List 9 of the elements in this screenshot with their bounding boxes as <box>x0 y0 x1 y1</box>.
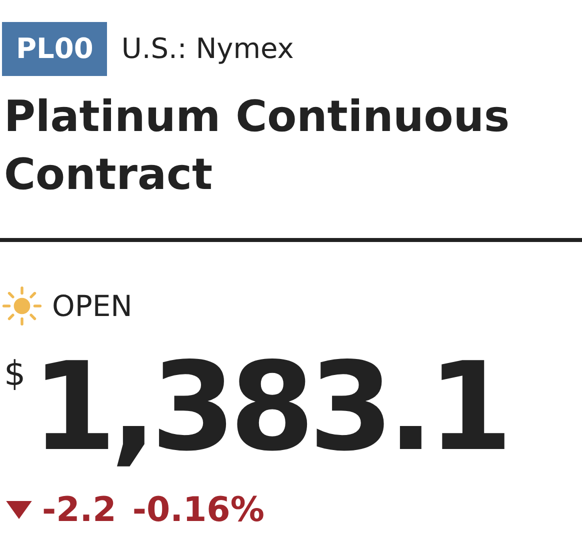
sun-icon <box>2 286 42 326</box>
currency-symbol: $ <box>4 354 26 394</box>
price-value: 1,383.1 <box>32 335 507 480</box>
instrument-title: Platinum Continuous Contract <box>4 91 511 202</box>
change-percent: -0.16% <box>132 490 264 530</box>
exchange-label: U.S.: Nymex <box>121 31 294 67</box>
ticker-badge: PL00 <box>2 22 108 76</box>
change-amount: -2.2 <box>42 490 116 530</box>
market-status: OPEN <box>52 289 132 323</box>
